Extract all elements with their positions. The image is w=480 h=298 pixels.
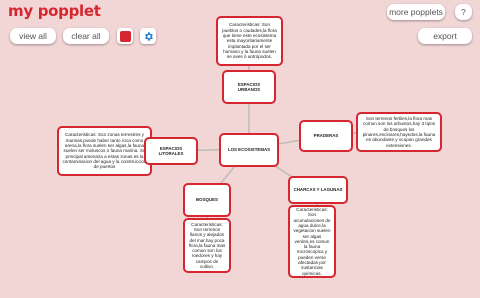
praderas-description-node[interactable]: Son terrenos fertiles,la flora mas comun…: [356, 112, 442, 152]
bosques-node[interactable]: BOSQUES: [183, 183, 231, 217]
charcas-description-node[interactable]: Caracteristicas: Son acumulaciones de ag…: [288, 205, 336, 278]
litorales-description-node[interactable]: Caracteristicas: Son zonas terrestres y …: [57, 126, 152, 176]
praderas-node[interactable]: PRADERAS: [299, 120, 353, 152]
bosques-description-node[interactable]: Caracteristicas: Son terrenos llanos y a…: [183, 218, 231, 273]
central-node[interactable]: LOS ECOSISTEMAS: [219, 133, 279, 167]
urbanos-description-node[interactable]: Caracteristicas: Son pueblos o ciudades,…: [216, 16, 283, 66]
urbanos-node[interactable]: ESPACIOS URBANOS: [222, 70, 276, 104]
charcas-node[interactable]: CHARCAS Y LAGUNAS: [288, 176, 348, 204]
litorales-node[interactable]: ESPACIOS LITORALES: [144, 137, 198, 165]
